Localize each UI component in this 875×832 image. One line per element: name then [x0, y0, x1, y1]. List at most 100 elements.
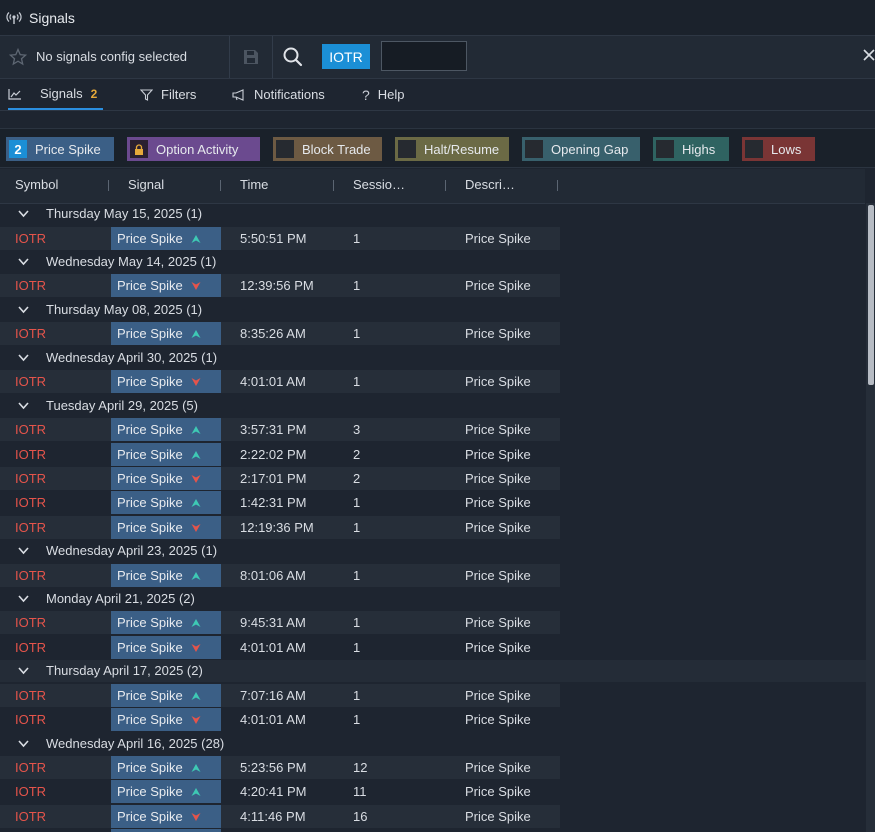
column-header-session[interactable]: Sessio…	[353, 177, 405, 192]
symbol-cell[interactable]: IOTR	[15, 422, 46, 437]
table-row[interactable]: IOTR Price Spike 5:50:51 PM 1 Price Spike	[0, 227, 866, 251]
symbol-tag[interactable]: IOTR	[322, 44, 370, 69]
signal-cell[interactable]: Price Spike	[111, 611, 221, 634]
table-row[interactable]: IOTR Price Spike 5:23:56 PM 12 Price Spike	[0, 756, 866, 780]
chip-option-activity[interactable]: Option Activity	[127, 137, 260, 161]
chevron-down-icon[interactable]	[18, 209, 29, 218]
symbol-cell[interactable]: IOTR	[15, 568, 46, 583]
signal-cell[interactable]: Price Spike	[111, 708, 221, 731]
column-resize-handle[interactable]	[220, 180, 221, 191]
signal-cell[interactable]: Price Spike	[111, 370, 221, 393]
table-row[interactable]: IOTR Price Spike 12:19:36 PM 1 Price Spike	[0, 516, 866, 540]
star-icon[interactable]	[8, 47, 28, 66]
symbol-cell[interactable]: IOTR	[15, 471, 46, 486]
signal-cell[interactable]: Price Spike	[111, 274, 221, 297]
symbol-cell[interactable]: IOTR	[15, 326, 46, 341]
table-row[interactable]: IOTR Price Spike 3:57:31 PM 3 Price Spike	[0, 418, 866, 442]
table-row[interactable]: IOTR Price Spike 12:39:56 PM 1 Price Spike	[0, 274, 866, 298]
table-row[interactable]: IOTR Price Spike 4:01:01 AM 1 Price Spike	[0, 636, 866, 660]
save-icon[interactable]	[241, 47, 261, 67]
symbol-cell[interactable]: IOTR	[15, 712, 46, 727]
column-resize-handle[interactable]	[557, 180, 558, 191]
group-row[interactable]: Tuesday April 29, 2025 (5)	[0, 395, 866, 417]
signal-cell[interactable]: Price Spike	[111, 227, 221, 250]
symbol-cell[interactable]: IOTR	[15, 784, 46, 799]
chevron-down-icon[interactable]	[18, 401, 29, 410]
chip-lows[interactable]: Lows	[742, 137, 815, 161]
signal-cell[interactable]: Price Spike	[111, 322, 221, 345]
table-row[interactable]: IOTR Price Spike 2:17:01 PM 2 Price Spike	[0, 467, 866, 491]
tab-help[interactable]: ? Help	[362, 79, 405, 110]
signal-cell[interactable]: Price Spike	[111, 636, 221, 659]
table-row[interactable]: IOTR Price Spike 8:35:26 AM 1 Price Spike	[0, 322, 866, 346]
signal-cell[interactable]: Price Spike	[111, 491, 221, 514]
table-row[interactable]: IOTR Price Spike 4:01:01 AM 1 Price Spike	[0, 370, 866, 394]
close-icon[interactable]	[862, 48, 875, 62]
group-row[interactable]: Thursday May 15, 2025 (1)	[0, 203, 866, 225]
signal-cell[interactable]: Price Spike	[111, 780, 221, 803]
signal-cell[interactable]: Price Spike	[111, 516, 221, 539]
symbol-cell[interactable]: IOTR	[15, 447, 46, 462]
table-row[interactable]: IOTR Price Spike 4:20:41 PM 11 Price Spike	[0, 780, 866, 804]
column-header-symbol[interactable]: Symbol	[15, 177, 58, 192]
table-row[interactable]: IOTR Price Spike 4:11:46 PM 16 Price Spike	[0, 805, 866, 829]
table-row[interactable]: IOTR Price Spike 7:07:16 AM 1 Price Spike	[0, 684, 866, 708]
chip-highs[interactable]: Highs	[653, 137, 729, 161]
symbol-cell[interactable]: IOTR	[15, 640, 46, 655]
symbol-cell[interactable]: IOTR	[15, 760, 46, 775]
column-resize-handle[interactable]	[108, 180, 109, 191]
chevron-down-icon[interactable]	[18, 546, 29, 555]
chip-price-spike[interactable]: 2 Price Spike	[6, 137, 114, 161]
group-row[interactable]: Thursday May 08, 2025 (1)	[0, 299, 866, 321]
signal-cell[interactable]: Price Spike	[111, 805, 221, 828]
signal-cell[interactable]: Price Spike	[111, 564, 221, 587]
signal-cell[interactable]: Price Spike	[111, 418, 221, 441]
column-header-description[interactable]: Descri…	[465, 177, 515, 192]
group-row[interactable]: Wednesday May 14, 2025 (1)	[0, 251, 866, 273]
symbol-cell[interactable]: IOTR	[15, 231, 46, 246]
chip-block-trade[interactable]: Block Trade	[273, 137, 382, 161]
chevron-down-icon[interactable]	[18, 666, 29, 675]
tab-notifications[interactable]: Notifications	[232, 79, 325, 110]
chip-opening-gap[interactable]: Opening Gap	[522, 137, 640, 161]
signal-cell[interactable]: Price Spike	[111, 684, 221, 707]
chevron-down-icon[interactable]	[18, 739, 29, 748]
tab-label: Signals	[40, 86, 83, 101]
symbol-cell[interactable]: IOTR	[15, 615, 46, 630]
tab-filters[interactable]: Filters	[140, 79, 196, 110]
symbol-cell[interactable]: IOTR	[15, 520, 46, 535]
table-row[interactable]: IOTR Price Spike 9:45:31 AM 1 Price Spike	[0, 611, 866, 635]
symbol-cell[interactable]: IOTR	[15, 809, 46, 824]
column-header-signal[interactable]: Signal	[128, 177, 164, 192]
chevron-down-icon[interactable]	[18, 257, 29, 266]
group-row[interactable]: Thursday April 17, 2025 (2)	[0, 660, 866, 682]
scrollbar-thumb[interactable]	[868, 205, 874, 385]
config-label[interactable]: No signals config selected	[36, 49, 187, 64]
table-row[interactable]: IOTR Price Spike 2:22:02 PM 2 Price Spike	[0, 443, 866, 467]
signal-label: Price Spike	[117, 568, 183, 583]
signal-cell[interactable]: Price Spike	[111, 756, 221, 779]
group-row[interactable]: Wednesday April 30, 2025 (1)	[0, 347, 866, 369]
symbol-cell[interactable]: IOTR	[15, 688, 46, 703]
column-resize-handle[interactable]	[445, 180, 446, 191]
chevron-down-icon[interactable]	[18, 305, 29, 314]
table-row[interactable]: IOTR Price Spike 4:01:01 AM 1 Price Spike	[0, 708, 866, 732]
chevron-down-icon[interactable]	[18, 353, 29, 362]
column-header-time[interactable]: Time	[240, 177, 268, 192]
group-row[interactable]: Wednesday April 16, 2025 (28)	[0, 733, 866, 755]
tab-signals[interactable]: Signals 2	[8, 79, 104, 110]
group-row[interactable]: Monday April 21, 2025 (2)	[0, 588, 866, 610]
search-icon[interactable]	[282, 46, 304, 68]
column-resize-handle[interactable]	[333, 180, 334, 191]
symbol-cell[interactable]: IOTR	[15, 278, 46, 293]
table-row[interactable]: IOTR Price Spike 1:42:31 PM 1 Price Spike	[0, 491, 866, 515]
group-row[interactable]: Wednesday April 23, 2025 (1)	[0, 540, 866, 562]
symbol-cell[interactable]: IOTR	[15, 374, 46, 389]
chevron-down-icon[interactable]	[18, 594, 29, 603]
signal-cell[interactable]: Price Spike	[111, 467, 221, 490]
chip-halt-resume[interactable]: Halt/Resume	[395, 137, 509, 161]
symbol-input[interactable]	[381, 41, 467, 71]
signal-cell[interactable]: Price Spike	[111, 443, 221, 466]
symbol-cell[interactable]: IOTR	[15, 495, 46, 510]
table-row[interactable]: IOTR Price Spike 8:01:06 AM 1 Price Spike	[0, 564, 866, 588]
